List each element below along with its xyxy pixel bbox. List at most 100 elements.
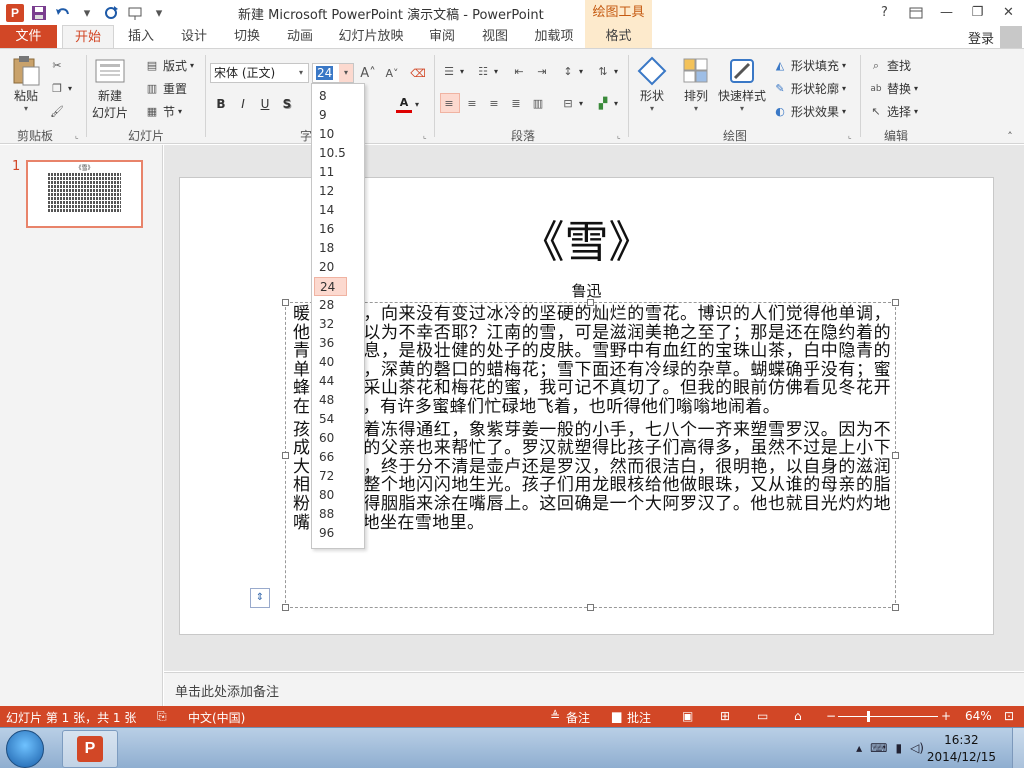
normal-view-icon[interactable]: ▣ xyxy=(682,709,693,723)
help-button[interactable]: ? xyxy=(869,0,900,25)
tab-transitions[interactable]: 切换 xyxy=(224,25,270,49)
start-from-beginning-icon[interactable] xyxy=(124,3,146,23)
font-size-option[interactable]: 20 xyxy=(314,258,347,277)
resize-handle[interactable] xyxy=(892,452,899,459)
app-icon[interactable]: P xyxy=(4,3,26,23)
font-size-option[interactable]: 96 xyxy=(314,524,347,543)
body-text[interactable]: 暖国的雨，向来没有变过冰冷的坚硬的灿烂的雪花。博识的人们觉得他单调，他自己也以为… xyxy=(293,305,891,536)
reading-view-icon[interactable]: ▭ xyxy=(757,709,768,723)
font-size-option[interactable]: 12 xyxy=(314,182,347,201)
find-button[interactable]: ⌕ 查找 xyxy=(868,57,911,74)
align-text-icon[interactable]: ⊟ ▾ xyxy=(560,95,583,111)
shapes-button[interactable]: 形状 ▾ xyxy=(636,55,668,113)
italic-button[interactable]: I xyxy=(234,95,252,113)
reset-button[interactable]: ▥ 重置 xyxy=(144,80,187,97)
chevron-down-icon[interactable]: ▾ xyxy=(76,3,98,23)
font-size-option[interactable]: 48 xyxy=(314,391,347,410)
collapse-ribbon-icon[interactable]: ˄ xyxy=(1002,128,1018,144)
select-button[interactable]: ↖ 选择 ▾ xyxy=(868,103,918,120)
line-spacing-icon[interactable]: ↕ ▾ xyxy=(560,63,583,79)
taskbar-powerpoint[interactable]: P xyxy=(62,730,118,768)
notes-icon[interactable]: ≜ xyxy=(550,709,560,723)
bold-button[interactable]: B xyxy=(212,95,230,113)
close-button[interactable]: ✕ xyxy=(993,0,1024,25)
font-size-option[interactable]: 72 xyxy=(314,467,347,486)
justify-icon[interactable]: ≣ xyxy=(508,95,524,111)
slide-title[interactable]: 《雪》 xyxy=(180,206,993,270)
slide-info[interactable]: 幻灯片 第 1 张，共 1 张 xyxy=(6,709,136,726)
shape-effects-button[interactable]: ◐ 形状效果 ▾ xyxy=(772,103,846,120)
arrange-button[interactable]: 排列 ▾ xyxy=(680,55,712,113)
avatar[interactable] xyxy=(1000,26,1022,48)
resize-handle[interactable] xyxy=(282,452,289,459)
keyboard-icon[interactable]: ⌨ xyxy=(870,741,887,755)
font-size-option[interactable]: 11 xyxy=(314,163,347,182)
network-icon[interactable]: ▮ xyxy=(895,741,902,755)
system-clock[interactable]: 16:32 2014/12/15 xyxy=(927,732,996,766)
dialog-launcher-icon[interactable]: ⌞ xyxy=(848,131,852,140)
font-size-option[interactable]: 36 xyxy=(314,334,347,353)
columns-icon[interactable]: ▥ xyxy=(530,95,546,111)
notes-pane[interactable]: 单击此处添加备注 xyxy=(164,672,1024,706)
dialog-launcher-icon[interactable]: ⌞ xyxy=(75,131,79,140)
decrease-indent-icon[interactable]: ⇤ xyxy=(511,63,527,79)
resize-handle[interactable] xyxy=(282,604,289,611)
resize-handle[interactable] xyxy=(587,604,594,611)
comments-button[interactable]: 批注 xyxy=(627,709,651,726)
slide-author[interactable]: 鲁迅 xyxy=(180,280,993,301)
font-size-option[interactable]: 66 xyxy=(314,448,347,467)
grow-font-icon[interactable]: A˄ xyxy=(360,65,376,81)
font-size-option[interactable]: 9 xyxy=(314,106,347,125)
restore-button[interactable]: ❐ xyxy=(962,0,993,25)
font-size-option[interactable]: 28 xyxy=(314,296,347,315)
customize-qat-icon[interactable]: ▾ xyxy=(148,3,170,23)
font-size-option[interactable]: 80 xyxy=(314,486,347,505)
language-indicator[interactable]: 中文(中国) xyxy=(188,709,245,726)
font-size-option[interactable]: 18 xyxy=(314,239,347,258)
font-name-combo[interactable]: 宋体 (正文) ▾ xyxy=(210,63,309,83)
repeat-icon[interactable] xyxy=(100,3,122,23)
layout-button[interactable]: ▤ 版式 ▾ xyxy=(144,57,194,74)
slide-canvas[interactable]: 《雪》 鲁迅 暖国的雨，向来没有变过冰冷的坚硬的灿烂的雪花。博识的人们觉得他单调… xyxy=(179,177,994,635)
align-center-icon[interactable]: ≡ xyxy=(464,95,480,111)
font-size-option[interactable]: 60 xyxy=(314,429,347,448)
autofit-options-icon[interactable]: ⇕ xyxy=(250,588,270,608)
clear-formatting-icon[interactable]: ⌫ xyxy=(410,65,426,81)
sign-in-link[interactable]: 登录 xyxy=(968,28,994,47)
tab-slideshow[interactable]: 幻灯片放映 xyxy=(333,25,409,49)
format-painter-icon[interactable]: 🖌 xyxy=(49,103,65,119)
cut-icon[interactable]: ✂ xyxy=(49,57,65,73)
zoom-out-button[interactable]: − xyxy=(826,709,836,723)
replace-button[interactable]: ab 替换 ▾ xyxy=(868,80,918,97)
font-size-option[interactable]: 10 xyxy=(314,125,347,144)
tab-design[interactable]: 设计 xyxy=(171,25,217,49)
paste-button[interactable]: 粘贴 ▾ xyxy=(10,55,42,113)
notes-button[interactable]: 备注 xyxy=(566,709,590,726)
dialog-launcher-icon[interactable]: ⌞ xyxy=(617,131,621,140)
increase-indent-icon[interactable]: ⇥ xyxy=(534,63,550,79)
volume-icon[interactable]: ◁) xyxy=(910,741,924,755)
font-color-button[interactable]: A ▾ xyxy=(396,95,419,113)
shadow-button[interactable]: S xyxy=(278,95,296,113)
slide-thumbnail[interactable]: 《雪》 xyxy=(26,160,143,228)
zoom-slider[interactable] xyxy=(838,716,938,717)
comments-icon[interactable]: ▆ xyxy=(612,709,621,723)
font-size-combo[interactable]: 24 ▾ xyxy=(312,63,354,83)
spell-check-icon[interactable]: ⎘ xyxy=(157,709,167,724)
new-slide-button[interactable]: 新建 幻灯片 xyxy=(92,55,128,121)
resize-handle[interactable] xyxy=(892,604,899,611)
shape-outline-button[interactable]: ✎ 形状轮廓 ▾ xyxy=(772,80,846,97)
copy-icon[interactable]: ❐ ▾ xyxy=(49,80,72,96)
tab-insert[interactable]: 插入 xyxy=(118,25,164,49)
zoom-slider-thumb[interactable] xyxy=(867,711,870,722)
bullets-icon[interactable]: ☰ ▾ xyxy=(441,63,464,79)
font-size-option[interactable]: 88 xyxy=(314,505,347,524)
slideshow-icon[interactable]: ⌂ xyxy=(794,709,802,723)
font-size-option[interactable]: 54 xyxy=(314,410,347,429)
zoom-in-button[interactable]: + xyxy=(941,709,951,723)
start-button[interactable] xyxy=(6,730,44,768)
align-right-icon[interactable]: ≡ xyxy=(486,95,502,111)
shape-fill-button[interactable]: ◭ 形状填充 ▾ xyxy=(772,57,846,74)
tab-home[interactable]: 开始 xyxy=(62,25,114,50)
tab-file[interactable]: 文件 xyxy=(0,25,57,49)
